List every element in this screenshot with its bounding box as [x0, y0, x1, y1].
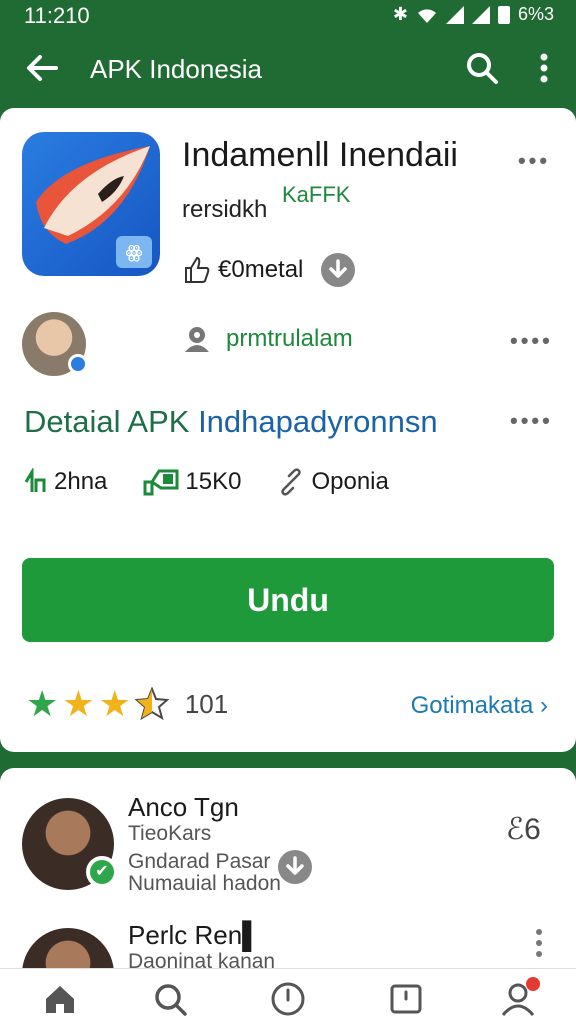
battery-percent: 6%3: [517, 4, 554, 24]
app-icon-badge: ꙮ: [116, 236, 152, 268]
search-icon[interactable]: [462, 48, 502, 88]
review-side-text[interactable]: ℰ6: [506, 812, 541, 847]
wifi-icon: [417, 8, 436, 23]
star-icon-2: ★: [62, 683, 95, 724]
link-icon: [281, 468, 302, 496]
reviewer-subtitle: TieoKars: [128, 822, 212, 845]
stats-row: 2hna 15K0 Oponia: [22, 468, 425, 496]
app-bar: APK Indonesia: [0, 32, 576, 104]
reviewer-name-2: Perlc Ren▌: [128, 920, 261, 950]
size-icon: [24, 468, 46, 492]
stat-size-label: 2hna: [54, 468, 108, 495]
reviews-card: ✔ Anco Tgn TieoKars Gndarad Pasar Numaui…: [0, 768, 576, 968]
status-bar: 11:210 ✱ 6%3: [0, 0, 576, 32]
developer-row[interactable]: prmtrulalam: [182, 324, 353, 354]
stat-opinion-label: Oponia: [311, 468, 389, 495]
review-line-2: Numauial hadon: [128, 872, 281, 895]
reviewer-name: Anco Tgn: [128, 792, 239, 822]
detail-title: Detaial APK Indhapadyronnsn: [24, 404, 438, 440]
likes-row: €0metal: [184, 253, 356, 287]
developer-name: prmtrulalam: [226, 325, 353, 352]
back-arrow-icon[interactable]: [22, 48, 62, 88]
developer-more-icon[interactable]: ••••: [510, 328, 550, 358]
detail-title-part1: Detaial APK: [24, 404, 190, 439]
signal-icon: [445, 5, 464, 24]
star-icon-1: ★: [26, 683, 59, 724]
rating-row: ★ ★ ★ 101: [26, 686, 228, 722]
reviewer-avatar[interactable]: ✔: [22, 798, 118, 890]
review-more-icon[interactable]: [528, 926, 550, 960]
see-more-link[interactable]: Gotimakata ›: [411, 692, 548, 720]
overflow-menu-icon[interactable]: [528, 48, 560, 88]
app-name-more-icon[interactable]: •••: [514, 148, 554, 178]
developer-avatar[interactable]: [22, 312, 88, 376]
downloads-icon: [143, 469, 179, 496]
star-half-icon: [134, 687, 169, 721]
bottom-nav: [0, 968, 576, 1024]
profile-nav[interactable]: [498, 977, 540, 1019]
reviewer-avatar-2[interactable]: [22, 928, 114, 968]
library-icon[interactable]: [386, 979, 426, 1019]
signal-icon-2: [471, 5, 490, 24]
star-icon-3: ★: [98, 683, 131, 724]
home-icon[interactable]: [40, 979, 80, 1019]
app-name: Indamenll Inendaii: [182, 136, 458, 174]
status-time: 11:210: [24, 3, 90, 28]
status-icons: ✱ 6%3: [393, 4, 554, 25]
verified-badge-icon: [68, 354, 88, 374]
stat-downloads: 15K0: [143, 468, 241, 496]
review-download-icon[interactable]: [278, 850, 312, 884]
app-bar-title: APK Indonesia: [90, 54, 263, 84]
download-button[interactable]: Undu: [22, 558, 554, 642]
likes-label: €0metal: [218, 256, 304, 283]
check-badge-icon: ✔: [86, 856, 118, 888]
stat-opinion: Oponia: [277, 468, 389, 496]
stat-size: 2hna: [22, 468, 107, 496]
detail-title-part2: Indhapadyronnsn: [198, 404, 438, 439]
reviewer-subtitle-2: Daoninat kanan: [128, 950, 276, 968]
stat-downloads-label: 15K0: [185, 468, 242, 495]
app-icon[interactable]: ꙮ: [22, 132, 160, 276]
thumbs-up-icon: [185, 256, 210, 283]
updates-icon[interactable]: [268, 979, 308, 1019]
app-tag: KaFFK: [282, 182, 351, 207]
notification-dot: [526, 977, 540, 991]
review-line-1: Gndarad Pasar: [128, 850, 271, 873]
developer-icon: [185, 327, 209, 352]
detail-more-icon[interactable]: ••••: [510, 408, 550, 438]
app-version: rersidkh: [182, 196, 268, 223]
app-detail-card: ꙮ Indamenll Inendaii ••• rersidkh KaFFK …: [0, 108, 576, 752]
battery-icon: [497, 5, 510, 24]
bluetooth-icon: ✱: [392, 4, 408, 24]
search-nav-icon[interactable]: [150, 979, 190, 1019]
download-circle-icon[interactable]: [321, 253, 356, 287]
rating-count: 101: [184, 688, 229, 719]
